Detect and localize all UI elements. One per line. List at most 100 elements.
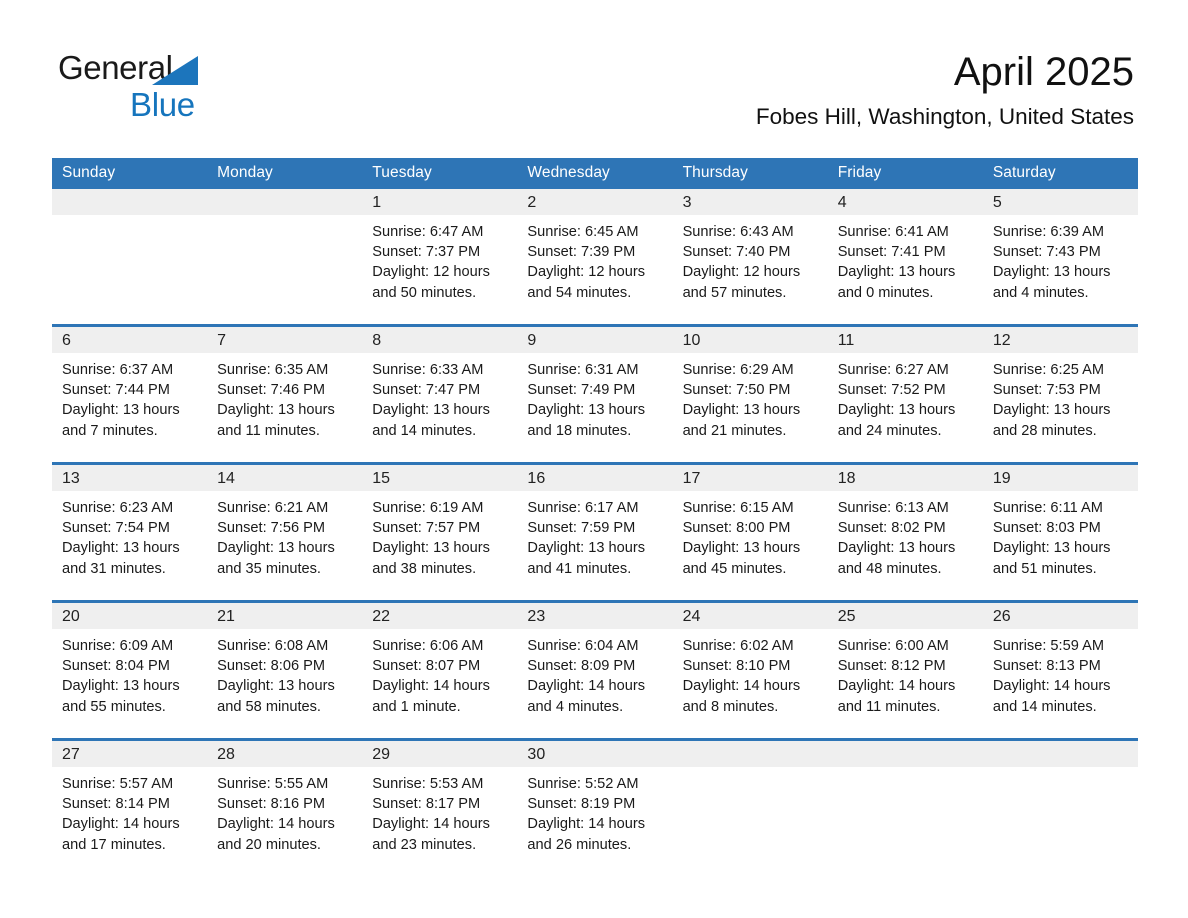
day-details: Sunrise: 6:04 AM Sunset: 8:09 PM Dayligh… (517, 629, 672, 717)
day-number-band: 3 (672, 189, 828, 215)
day-cell-inner: 5 Sunrise: 6:39 AM Sunset: 7:43 PM Dayli… (982, 189, 1138, 324)
calendar-day-cell[interactable]: 26 Sunrise: 5:59 AM Sunset: 8:13 PM Dayl… (982, 600, 1138, 740)
daylight-text-line2: and 14 minutes. (992, 698, 1097, 715)
sunset-text: Sunset: 7:47 PM (372, 382, 481, 399)
daylight-text-line2: and 1 minute. (372, 698, 461, 715)
sunrise-text: Sunrise: 6:33 AM (372, 362, 484, 378)
daylight-text-line2: and 51 minutes. (992, 560, 1097, 577)
calendar-day-cell[interactable]: 19 Sunrise: 6:11 AM Sunset: 8:03 PM Dayl… (982, 462, 1138, 602)
day-details: Sunrise: 5:57 AM Sunset: 8:14 PM Dayligh… (52, 767, 207, 855)
calendar-day-cell[interactable]: 30 Sunrise: 5:52 AM Sunset: 8:19 PM Dayl… (517, 738, 673, 876)
calendar-day-cell[interactable]: 8 Sunrise: 6:33 AM Sunset: 7:47 PM Dayli… (362, 324, 518, 464)
day-details: Sunrise: 6:31 AM Sunset: 7:49 PM Dayligh… (517, 353, 672, 441)
calendar-day-cell[interactable]: 27 Sunrise: 5:57 AM Sunset: 8:14 PM Dayl… (52, 738, 208, 876)
calendar-day-cell[interactable]: 2 Sunrise: 6:45 AM Sunset: 7:39 PM Dayli… (517, 189, 673, 326)
day-details: Sunrise: 6:47 AM Sunset: 7:37 PM Dayligh… (362, 215, 517, 303)
day-number-band: 25 (827, 603, 983, 629)
calendar-day-cell[interactable]: 6 Sunrise: 6:37 AM Sunset: 7:44 PM Dayli… (52, 324, 208, 464)
day-cell-inner: 19 Sunrise: 6:11 AM Sunset: 8:03 PM Dayl… (982, 465, 1138, 600)
day-cell-inner: 7 Sunrise: 6:35 AM Sunset: 7:46 PM Dayli… (207, 327, 363, 462)
daylight-text-line1: Daylight: 13 hours (62, 402, 180, 419)
calendar-day-cell[interactable]: 25 Sunrise: 6:00 AM Sunset: 8:12 PM Dayl… (827, 600, 983, 740)
daylight-text-line2: and 55 minutes. (62, 698, 166, 715)
calendar-day-cell[interactable]: 14 Sunrise: 6:21 AM Sunset: 7:56 PM Dayl… (207, 462, 363, 602)
day-details: Sunrise: 6:19 AM Sunset: 7:57 PM Dayligh… (362, 491, 517, 579)
logo-line-general: General (58, 50, 388, 86)
daylight-text-line1: Daylight: 14 hours (992, 678, 1111, 695)
day-number-band: 9 (517, 327, 673, 353)
calendar-day-cell[interactable]: 23 Sunrise: 6:04 AM Sunset: 8:09 PM Dayl… (517, 600, 673, 740)
calendar-day-cell[interactable]: 11 Sunrise: 6:27 AM Sunset: 7:52 PM Dayl… (827, 324, 983, 464)
calendar-day-cell[interactable]: 18 Sunrise: 6:13 AM Sunset: 8:02 PM Dayl… (827, 462, 983, 602)
calendar-day-cell[interactable]: 12 Sunrise: 6:25 AM Sunset: 7:53 PM Dayl… (982, 324, 1138, 464)
calendar-day-cell[interactable]: 5 Sunrise: 6:39 AM Sunset: 7:43 PM Dayli… (982, 189, 1138, 326)
daylight-text-line2: and 41 minutes. (527, 560, 632, 577)
calendar-day-cell[interactable]: 13 Sunrise: 6:23 AM Sunset: 7:54 PM Dayl… (52, 462, 208, 602)
day-number-band: 26 (982, 603, 1138, 629)
daylight-text-line2: and 11 minutes. (217, 422, 320, 439)
calendar-day-cell[interactable]: 20 Sunrise: 6:09 AM Sunset: 8:04 PM Dayl… (52, 600, 208, 740)
daylight-text-line1: Daylight: 13 hours (682, 540, 801, 557)
calendar-day-cell[interactable]: 22 Sunrise: 6:06 AM Sunset: 8:07 PM Dayl… (362, 600, 518, 740)
calendar-day-cell[interactable]: 4 Sunrise: 6:41 AM Sunset: 7:41 PM Dayli… (827, 189, 983, 326)
daylight-text-line2: and 11 minutes. (837, 698, 941, 715)
daylight-text-line1: Daylight: 13 hours (992, 264, 1111, 281)
sunrise-sunset-calendar-table: Sunday Monday Tuesday Wednesday Thursday… (52, 158, 1138, 876)
sunset-text: Sunset: 7:37 PM (372, 244, 481, 261)
day-cell-inner (207, 189, 363, 324)
calendar-day-cell[interactable] (207, 189, 363, 326)
day-details: Sunrise: 6:33 AM Sunset: 7:47 PM Dayligh… (362, 353, 517, 441)
calendar-day-cell[interactable]: 29 Sunrise: 5:53 AM Sunset: 8:17 PM Dayl… (362, 738, 518, 876)
daylight-text-line2: and 50 minutes. (372, 284, 477, 301)
day-details: Sunrise: 6:23 AM Sunset: 7:54 PM Dayligh… (52, 491, 207, 579)
calendar-day-cell[interactable] (827, 738, 983, 876)
logo-triangle-icon (152, 56, 198, 85)
calendar-day-cell[interactable]: 24 Sunrise: 6:02 AM Sunset: 8:10 PM Dayl… (672, 600, 828, 740)
day-number: 20 (62, 608, 80, 625)
calendar-day-cell[interactable]: 7 Sunrise: 6:35 AM Sunset: 7:46 PM Dayli… (207, 324, 363, 464)
day-details: Sunrise: 6:41 AM Sunset: 7:41 PM Dayligh… (828, 215, 983, 303)
calendar-day-cell[interactable]: 9 Sunrise: 6:31 AM Sunset: 7:49 PM Dayli… (517, 324, 673, 464)
daylight-text-line2: and 14 minutes. (372, 422, 477, 439)
calendar-day-cell[interactable]: 1 Sunrise: 6:47 AM Sunset: 7:37 PM Dayli… (362, 189, 518, 326)
calendar-day-cell[interactable]: 17 Sunrise: 6:15 AM Sunset: 8:00 PM Dayl… (672, 462, 828, 602)
daylight-text-line1: Daylight: 12 hours (527, 264, 646, 281)
calendar-day-cell[interactable]: 15 Sunrise: 6:19 AM Sunset: 7:57 PM Dayl… (362, 462, 518, 602)
calendar-day-cell[interactable]: 16 Sunrise: 6:17 AM Sunset: 7:59 PM Dayl… (517, 462, 673, 602)
calendar-day-cell[interactable] (982, 738, 1138, 876)
day-number: 2 (527, 194, 537, 211)
day-cell-inner (982, 741, 1138, 876)
day-number: 3 (682, 194, 692, 211)
sunrise-text: Sunrise: 6:15 AM (682, 500, 794, 516)
day-number: 27 (62, 746, 80, 763)
weekday-header-monday: Monday (207, 158, 363, 189)
day-cell-inner: 11 Sunrise: 6:27 AM Sunset: 7:52 PM Dayl… (827, 327, 983, 462)
calendar-day-cell[interactable]: 3 Sunrise: 6:43 AM Sunset: 7:40 PM Dayli… (672, 189, 828, 326)
day-number-band: 20 (52, 603, 208, 629)
calendar-day-cell[interactable]: 28 Sunrise: 5:55 AM Sunset: 8:16 PM Dayl… (207, 738, 363, 876)
calendar-day-cell[interactable]: 21 Sunrise: 6:08 AM Sunset: 8:06 PM Dayl… (207, 600, 363, 740)
daylight-text-line1: Daylight: 13 hours (217, 678, 335, 695)
weekday-header-row: Sunday Monday Tuesday Wednesday Thursday… (52, 158, 1138, 189)
calendar-week-row: 20 Sunrise: 6:09 AM Sunset: 8:04 PM Dayl… (52, 600, 1138, 740)
calendar-body: 1 Sunrise: 6:47 AM Sunset: 7:37 PM Dayli… (52, 189, 1138, 876)
sunrise-text: Sunrise: 6:39 AM (992, 224, 1104, 240)
day-number-band: 15 (362, 465, 518, 491)
sunrise-text: Sunrise: 6:13 AM (837, 500, 949, 516)
calendar-day-cell[interactable]: 10 Sunrise: 6:29 AM Sunset: 7:50 PM Dayl… (672, 324, 828, 464)
day-number-band: 29 (362, 741, 518, 767)
sunset-text: Sunset: 7:40 PM (682, 244, 791, 261)
day-number-band: 27 (52, 741, 208, 767)
general-blue-logo: General Blue (58, 50, 388, 123)
day-number-band (982, 741, 1138, 767)
calendar-day-cell[interactable] (52, 189, 208, 326)
day-cell-inner: 23 Sunrise: 6:04 AM Sunset: 8:09 PM Dayl… (517, 603, 673, 738)
daylight-text-line1: Daylight: 13 hours (992, 402, 1111, 419)
daylight-text-line1: Daylight: 13 hours (217, 402, 335, 419)
day-number-band: 7 (207, 327, 363, 353)
calendar-day-cell[interactable] (672, 738, 828, 876)
daylight-text-line1: Daylight: 12 hours (682, 264, 801, 281)
day-details: Sunrise: 6:06 AM Sunset: 8:07 PM Dayligh… (362, 629, 517, 717)
sunrise-text: Sunrise: 6:25 AM (992, 362, 1104, 378)
daylight-text-line1: Daylight: 13 hours (217, 540, 335, 557)
